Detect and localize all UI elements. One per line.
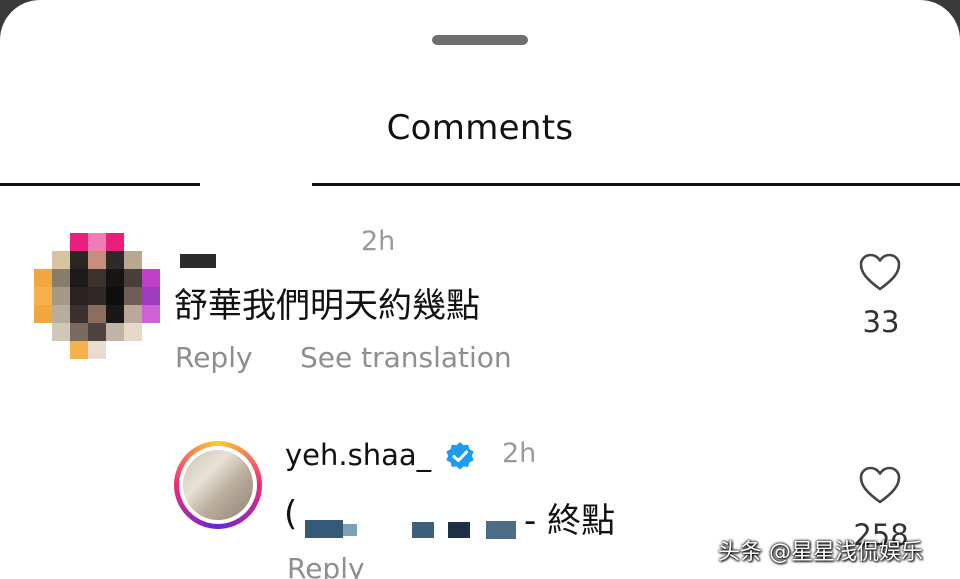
- avatar-pixel: [52, 287, 70, 305]
- avatar-pixel: [142, 269, 160, 287]
- verified-badge-icon: [446, 442, 474, 470]
- avatar-pixel: [52, 305, 70, 323]
- avatar-pixel: [106, 233, 124, 251]
- avatar-pixel: [70, 323, 88, 341]
- avatar-pixel: [52, 323, 70, 341]
- avatar-pixel: [70, 251, 88, 269]
- avatar-pixel: [52, 269, 70, 287]
- reply-button[interactable]: Reply: [175, 341, 253, 374]
- heart-icon[interactable]: [858, 465, 902, 505]
- avatar-pixel: [106, 251, 124, 269]
- avatar-pixel: [142, 287, 160, 305]
- avatar-pixel: [34, 269, 52, 287]
- avatar-pixel: [124, 305, 142, 323]
- avatar-pixel: [88, 305, 106, 323]
- avatar-pixel: [88, 269, 106, 287]
- avatar-pixel: [70, 233, 88, 251]
- avatar-pixel: [88, 233, 106, 251]
- avatar-pixel: [124, 251, 142, 269]
- censor-block: [412, 522, 434, 538]
- avatar[interactable]: [174, 441, 262, 529]
- comment-time: 2h: [361, 226, 396, 257]
- comment-text-prefix: (: [284, 494, 298, 534]
- avatar-pixel: [124, 269, 142, 287]
- censor-block: [343, 524, 357, 536]
- avatar-pixel: [106, 323, 124, 341]
- avatar-pixel: [124, 287, 142, 305]
- sheet-title: Comments: [386, 108, 574, 148]
- avatar-pixel: [106, 287, 124, 305]
- avatar-pixel: [70, 269, 88, 287]
- comment-username[interactable]: yeh.shaa_: [285, 438, 431, 472]
- sheet-grabber-handle[interactable]: [432, 35, 528, 45]
- watermark: 头条 @星星浅侃娱乐: [718, 540, 923, 565]
- avatar-pixel: [88, 251, 106, 269]
- avatar-pixel: [52, 251, 70, 269]
- avatar-pixelated[interactable]: [34, 233, 164, 361]
- avatar-pixel: [88, 323, 106, 341]
- avatar-pixel: [34, 287, 52, 305]
- censor-block: [448, 522, 470, 538]
- comment-time: 2h: [502, 438, 537, 469]
- avatar-pixel: [70, 305, 88, 323]
- avatar-pixel: [106, 305, 124, 323]
- censor-block: [486, 521, 516, 539]
- comments-sheet: Comments 2h 舒華我們明天約幾點 Reply See translat…: [0, 0, 960, 579]
- censor-block: [305, 520, 343, 538]
- header-divider: [312, 183, 960, 186]
- header-divider: [0, 183, 200, 186]
- heart-icon[interactable]: [858, 252, 902, 292]
- username-redacted[interactable]: [180, 254, 216, 268]
- avatar-pixel: [34, 305, 52, 323]
- see-translation-button[interactable]: See translation: [300, 341, 512, 374]
- comment-text: 舒華我們明天約幾點: [174, 286, 480, 326]
- avatar-pixel: [88, 341, 106, 359]
- avatar-pixel: [70, 287, 88, 305]
- like-count: 33: [862, 305, 900, 339]
- avatar-pixel: [70, 341, 88, 359]
- reply-button[interactable]: Reply: [287, 552, 365, 579]
- comment-text: - 終點: [524, 501, 616, 541]
- avatar-pixel: [142, 305, 160, 323]
- avatar-pixel: [106, 269, 124, 287]
- avatar-pixel: [88, 287, 106, 305]
- avatar-photo: [183, 450, 253, 520]
- avatar-pixel: [124, 323, 142, 341]
